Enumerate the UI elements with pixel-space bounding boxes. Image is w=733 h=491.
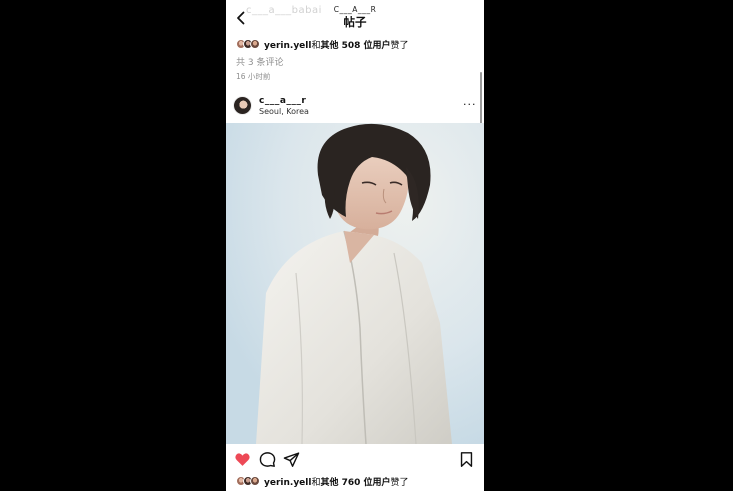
comment-button[interactable] xyxy=(259,451,276,468)
liker-username[interactable]: yerin.yell xyxy=(264,41,311,51)
comment-icon xyxy=(259,452,276,467)
avatar[interactable] xyxy=(233,96,252,115)
post-actions xyxy=(226,448,484,470)
likes-others-count[interactable]: 其他 508 位用户 xyxy=(320,41,390,51)
view-comments-link[interactable]: 共 3 条评论 xyxy=(236,55,283,68)
like-button[interactable] xyxy=(234,451,251,468)
more-options-button[interactable]: ··· xyxy=(463,98,477,111)
avatar xyxy=(250,39,260,49)
page-title: 帖子 xyxy=(343,15,367,29)
liker-avatars xyxy=(236,39,260,49)
likes-suffix: 赞了 xyxy=(390,477,409,488)
post-location[interactable]: Seoul, Korea xyxy=(259,107,309,116)
liker-username[interactable]: yerin.yell xyxy=(264,478,311,488)
liker-avatars xyxy=(236,476,260,486)
likes-text[interactable]: yerin.yell和其他 760 位用户赞了 xyxy=(264,475,409,488)
post-timestamp: 16 小时前 xyxy=(236,72,271,81)
bookmark-icon xyxy=(460,452,473,467)
avatar xyxy=(250,476,260,486)
top-bar: c___a___babai C___A___R 帖子 xyxy=(226,0,484,34)
post-screen: c___a___babai C___A___R 帖子 yerin.yell和其他… xyxy=(226,0,484,491)
post-username[interactable]: c___a___r xyxy=(259,96,306,106)
share-button[interactable] xyxy=(283,451,300,468)
save-button[interactable] xyxy=(458,451,475,468)
likes-others-count[interactable]: 其他 760 位用户 xyxy=(320,478,390,488)
heart-icon xyxy=(235,453,250,466)
likes-summary-top: yerin.yell和其他 508 位用户赞了 xyxy=(236,37,409,51)
portrait-illustration xyxy=(226,123,484,444)
post-image[interactable] xyxy=(226,123,484,444)
paper-plane-icon xyxy=(283,452,300,467)
likes-summary-bottom: yerin.yell和其他 760 位用户赞了 xyxy=(236,474,409,488)
likes-suffix: 赞了 xyxy=(390,40,409,51)
post-header: c___a___r Seoul, Korea ··· xyxy=(226,92,484,122)
likes-text[interactable]: yerin.yell和其他 508 位用户赞了 xyxy=(264,38,409,51)
header-account-name: C___A___R xyxy=(333,5,377,14)
